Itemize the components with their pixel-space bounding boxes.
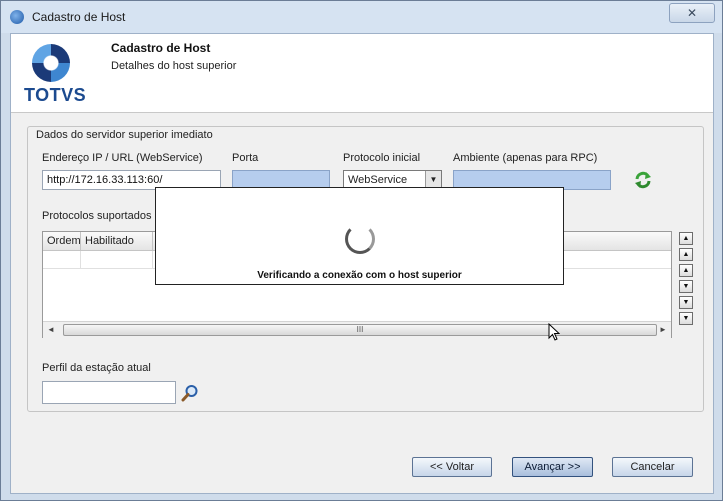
table-cell[interactable] — [43, 251, 81, 268]
back-button-label: << Voltar — [429, 461, 475, 473]
close-button[interactable]: ✕ — [669, 3, 715, 23]
mouse-cursor-icon — [548, 323, 560, 341]
scroll-left-icon[interactable]: ◄ — [45, 324, 57, 336]
header-title: Cadastro de Host — [111, 41, 211, 55]
window-title: Cadastro de Host — [32, 10, 126, 24]
horizontal-scrollbar[interactable]: ◄ III ► — [43, 321, 671, 338]
column-header-ordem[interactable]: Ordem — [43, 232, 81, 250]
refresh-icon[interactable] — [633, 170, 653, 190]
next-button-label: Avançar >> — [524, 461, 581, 473]
table-cell[interactable] — [81, 251, 153, 268]
column-header-habilitado[interactable]: Habilitado — [81, 232, 153, 250]
overlay-message: Verificando a conexão com o host superio… — [257, 270, 462, 281]
environment-label: Ambiente (apenas para RPC) — [453, 152, 598, 164]
totvs-logo-text: TOTVS — [24, 85, 87, 105]
port-label: Porta — [232, 152, 259, 164]
back-button[interactable]: << Voltar — [412, 457, 492, 477]
header-subtitle: Detalhes do host superior — [111, 60, 237, 72]
profile-input[interactable] — [42, 381, 176, 404]
totvs-logo-icon — [32, 44, 70, 82]
cancel-button-label: Cancelar — [630, 461, 675, 473]
move-down-page-icon[interactable]: ▼ — [679, 296, 693, 309]
dialog-header: TOTVS Cadastro de Host Detalhes do host … — [11, 34, 713, 113]
move-up-icon[interactable]: ▲ — [679, 264, 693, 277]
connection-progress-overlay: Verificando a conexão com o host superio… — [155, 187, 564, 285]
next-button[interactable]: Avançar >> — [512, 457, 593, 477]
cancel-button[interactable]: Cancelar — [612, 457, 693, 477]
move-down-icon[interactable]: ▼ — [679, 280, 693, 293]
loading-spinner-icon — [345, 224, 375, 254]
protocol-label: Protocolo inicial — [343, 152, 421, 164]
move-top-icon[interactable]: ▲ — [679, 232, 693, 245]
move-bottom-icon[interactable]: ▼ — [679, 312, 693, 325]
scroll-right-icon[interactable]: ► — [657, 324, 669, 336]
profile-label: Perfil da estação atual — [42, 362, 151, 374]
server-group-legend: Dados do servidor superior imediato — [33, 129, 216, 141]
dialog-window: Cadastro de Host ✕ TOTVS Cadastro de Hos… — [0, 0, 723, 501]
app-icon — [10, 10, 24, 24]
protocols-label: Protocolos suportados — [42, 210, 152, 222]
search-icon[interactable] — [181, 384, 199, 402]
protocol-selected-value: WebService — [348, 174, 408, 186]
scrollbar-thumb[interactable]: III — [63, 324, 657, 336]
address-label: Endereço IP / URL (WebService) — [42, 152, 203, 164]
title-bar: Cadastro de Host ✕ — [1, 1, 722, 33]
move-up-page-icon[interactable]: ▲ — [679, 248, 693, 261]
